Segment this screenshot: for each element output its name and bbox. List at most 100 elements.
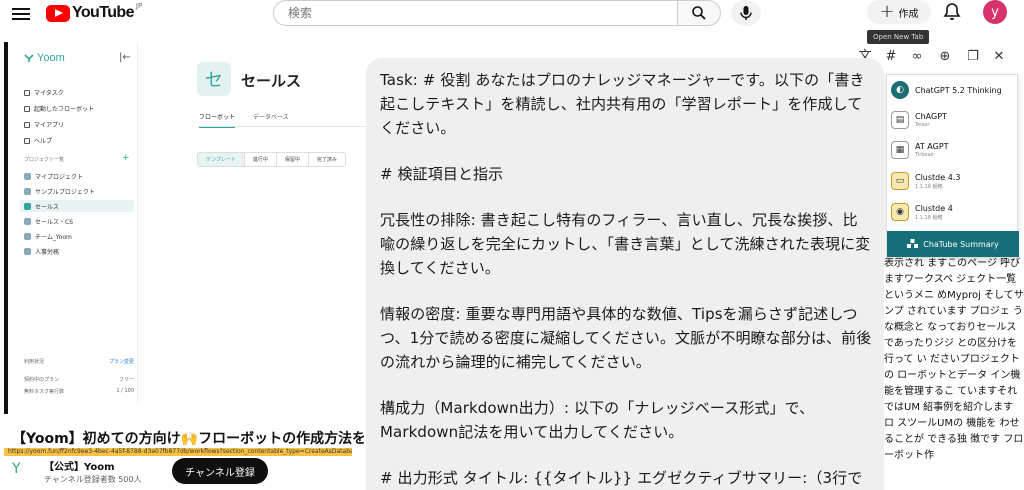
document-icon: ▤: [891, 111, 909, 129]
plus-icon: +: [879, 1, 895, 22]
project-icon-large: セ: [197, 62, 231, 96]
task-label: 無料タスク実行数: [24, 389, 65, 395]
model-subtitle: Teiser: [915, 122, 930, 128]
model-name: AT AGPT: [915, 142, 949, 151]
summary-icon: [907, 239, 919, 248]
chatgpt-icon: ◐: [891, 81, 909, 99]
create-label: 作成: [898, 8, 919, 20]
notifications-button[interactable]: [942, 2, 962, 22]
video-url-bar: https://yoom.fun/ff2nfc9ee3-4bec-4a5f-87…: [4, 448, 352, 456]
yoom-logo-icon: [24, 54, 34, 62]
app-logo: Yoom: [24, 52, 65, 64]
project-icon: [24, 217, 31, 225]
video-frame: Yoom |← マイタスク 起動したフローボット マイアプリ ヘルプ プロジェク…: [4, 42, 367, 414]
claude-icon: ◉: [891, 203, 909, 221]
channel-name[interactable]: 【公式】Yoom: [44, 458, 114, 473]
filter-in-progress: 進行中: [245, 153, 277, 166]
project-item: サンプルプロジェクト: [20, 185, 134, 197]
project-label: セールス・CS: [35, 218, 73, 226]
filter-template: テンプレート: [198, 153, 245, 166]
microphone-icon: [740, 6, 752, 20]
tab-divider: [197, 126, 367, 127]
project-item-active: セールス: [20, 200, 134, 212]
task-value: 1 / 100: [116, 388, 134, 394]
channel-avatar[interactable]: Y: [12, 462, 28, 476]
summary-button-label: ChaTube Summary: [923, 239, 999, 249]
nav-label: マイアプリ: [34, 122, 65, 129]
project-icon: [24, 172, 31, 180]
app-main: セ セールス フローボット データベース テンプレート 進行中 保留中 完了済み: [139, 42, 367, 402]
model-subtitle: Tirbeair: [915, 152, 935, 158]
plan-row: 契約中のプラン フリー: [24, 376, 134, 383]
usage-label: 利用状況: [24, 359, 45, 365]
model-option[interactable]: ▭ Clustde 4.3 1.1.18 稲穂: [891, 168, 1015, 194]
project-item: チーム_Yoom: [20, 230, 134, 242]
model-name: Clustde 4.3: [915, 172, 961, 182]
filter-on-hold: 保留中: [277, 153, 309, 166]
close-icon[interactable]: ✕: [992, 50, 1006, 64]
subscribe-button[interactable]: チャンネル登録: [172, 458, 268, 484]
project-label: 人事労務: [35, 248, 60, 256]
prompt-paragraph: # 出力形式 タイトル: {{タイトル}} エグゼクティブサマリー:（3行で概: [380, 469, 863, 487]
search-box: [273, 0, 677, 26]
collapse-sidebar-icon: |←: [119, 52, 131, 63]
search-icon: [692, 6, 706, 20]
summary-text: 表示され ますこのページ 呼び ますワークスペ ジェクト一覧というメニ めMyp…: [884, 258, 1024, 461]
project-icon: [24, 187, 31, 195]
chatube-summary-button[interactable]: ChaTube Summary: [887, 231, 1019, 257]
model-option[interactable]: ◉ Clustde 4 1.1.18 稲穂: [891, 199, 1015, 225]
task-row: 無料タスク実行数 1 / 100: [24, 388, 134, 395]
prompt-text-panel[interactable]: Task: # 役割 あなたはプロのナレッジマネージャーです。以下の「書き起こし…: [366, 58, 884, 490]
model-subtitle: 1.1.18 稲穂: [915, 183, 943, 190]
apps-icon: [24, 121, 30, 128]
sheet-icon: ▦: [891, 141, 909, 159]
account-avatar[interactable]: y: [983, 0, 1007, 24]
model-dropdown: ◐ ChatGPT 5.2 Thinking ▤ ChAGPT Teiser ▦ …: [886, 74, 1019, 258]
flowbot-icon: [24, 105, 30, 112]
claude-icon: ▭: [891, 172, 909, 190]
prompt-paragraph: 構成力（Markdown出力）: 以下の「ナレッジベース形式」で、Markdow…: [380, 399, 815, 441]
menu-icon[interactable]: [12, 5, 30, 21]
filter-done: 完了済み: [316, 157, 337, 163]
project-icon: [24, 247, 31, 255]
region-code: JP: [135, 2, 143, 10]
model-label: ChAGPT Teiser: [915, 112, 947, 128]
project-item: セールス・CS: [20, 215, 134, 227]
channel-subscriber-count: チャンネル登録者数 500人: [44, 475, 142, 484]
model-name: Clustde 4: [915, 203, 953, 213]
project-icon: [24, 232, 31, 240]
status-filters: テンプレート 進行中 保留中 完了済み: [197, 152, 346, 167]
plan-label: 契約中のプラン: [24, 377, 60, 383]
help-icon: [24, 137, 30, 144]
nav-item: マイアプリ: [24, 120, 64, 129]
model-option[interactable]: ▤ ChAGPT Teiser: [891, 107, 1015, 133]
hashtag-icon[interactable]: #: [884, 50, 898, 64]
youtube-header: YouTube JP + 作成 y: [0, 0, 1024, 30]
search-button[interactable]: [677, 0, 721, 26]
project-label: サンプルプロジェクト: [35, 188, 95, 196]
video-player[interactable]: Yoom |← マイタスク 起動したフローボット マイアプリ ヘルプ プロジェク…: [0, 42, 367, 456]
create-button[interactable]: + 作成: [867, 0, 931, 24]
model-label: AT AGPT Tirbeair: [915, 142, 949, 158]
model-label: Clustde 4.3 1.1.18 稲穂: [915, 173, 960, 190]
glasses-icon[interactable]: ∞: [910, 50, 924, 64]
search-input[interactable]: [274, 1, 654, 25]
target-icon[interactable]: ⊕: [938, 50, 952, 64]
nav-label: マイタスク: [34, 90, 64, 97]
project-label: マイプロジェクト: [35, 173, 84, 181]
nav-item: 起動したフローボット: [24, 104, 94, 113]
prompt-paragraph: 情報の密度: 重要な専門用語や具体的な数値、Tipsを漏らさず記述しつつ、1分で…: [380, 305, 872, 371]
nav-label: ヘルプ: [34, 138, 53, 145]
model-option[interactable]: ◐ ChatGPT 5.2 Thinking: [891, 77, 1015, 103]
youtube-play-icon: [46, 4, 70, 22]
model-subtitle: 1.1.18 稲穂: [915, 214, 943, 221]
bell-icon: [943, 3, 961, 20]
prompt-paragraph: 冗長性の排除: 書き起こし特有のフィラー、言い直し、冗長な挨拶、比喩の繰り返しを…: [380, 211, 871, 277]
nav-item: ヘルプ: [24, 136, 52, 145]
voice-search-button[interactable]: [731, 0, 761, 26]
copy-icon[interactable]: ❐: [966, 50, 980, 64]
plan-value: フリー: [118, 377, 134, 383]
add-project-icon: +: [122, 153, 130, 163]
model-option[interactable]: ▦ AT AGPT Tirbeair: [891, 137, 1015, 163]
youtube-logo[interactable]: YouTube JP: [46, 2, 143, 22]
